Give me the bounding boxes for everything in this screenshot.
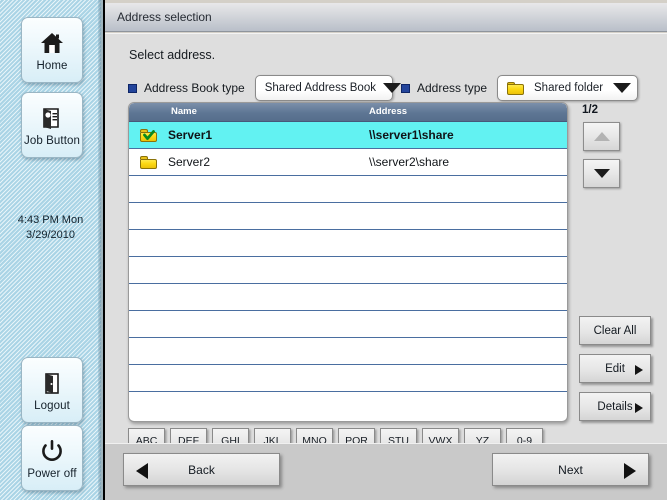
printer-panel-screen: Home Job Button 4:43 PM Mon 3/29/2010 Lo…: [0, 0, 667, 500]
row-name: Server2: [168, 155, 211, 169]
row-name: Server1: [168, 128, 213, 142]
address-book-type-label: Address Book type: [144, 81, 245, 95]
folder-icon: [140, 156, 157, 174]
address-type-label: Address type: [417, 81, 488, 95]
job-button[interactable]: Job Button: [21, 92, 83, 158]
details-button[interactable]: Details: [579, 392, 651, 421]
window-footer: Back Next: [105, 443, 667, 500]
page-indicator: 1/2: [582, 104, 598, 116]
address-type-value: Shared folder: [534, 82, 604, 94]
scroll-up-icon: [593, 132, 610, 141]
scroll-down-icon: [593, 169, 610, 178]
folder-checked-icon: [140, 129, 157, 147]
address-book-type-group: Address Book type Shared Address Book: [128, 75, 401, 101]
scroll-up-button[interactable]: [583, 122, 620, 151]
back-label: Back: [188, 462, 215, 477]
column-header-name: Name: [171, 106, 197, 117]
job-button-label: Job Button: [24, 135, 80, 147]
table-row[interactable]: [129, 257, 567, 284]
arrow-left-icon: [136, 463, 148, 479]
power-icon: [39, 436, 65, 466]
power-off-button[interactable]: Power off: [21, 425, 83, 491]
row-address: \\server2\share: [369, 155, 450, 169]
chevron-down-icon: [382, 83, 401, 93]
clear-all-button[interactable]: Clear All: [579, 316, 651, 345]
home-button-label: Home: [36, 60, 68, 72]
table-row[interactable]: Server2 \\server2\share: [129, 149, 567, 176]
window-titlebar: Address selection: [105, 3, 667, 32]
list-header-row: Name Address: [129, 103, 567, 122]
submenu-arrow-icon: [635, 403, 643, 413]
edit-label: Edit: [605, 362, 625, 375]
clock-date: 3/29/2010: [26, 229, 75, 241]
page-title: Address selection: [117, 10, 212, 24]
submenu-arrow-icon: [635, 365, 643, 375]
address-type-dropdown[interactable]: Shared folder: [497, 75, 639, 101]
column-header-address: Address: [369, 106, 408, 117]
logout-button[interactable]: Logout: [21, 357, 83, 423]
window-content: Select address. Address Book type Shared…: [105, 33, 667, 453]
main-window: Address selection Select address. Addres…: [105, 0, 667, 500]
blue-square-marker-icon: [401, 83, 410, 93]
table-row[interactable]: [129, 284, 567, 311]
instruction-text: Select address.: [129, 48, 216, 62]
row-address: \\server1\share: [369, 128, 454, 142]
list-body: Server1 \\server1\share Server2 \\server2\s…: [129, 122, 567, 392]
chevron-down-icon: [613, 83, 632, 93]
table-row[interactable]: [129, 176, 567, 203]
table-row[interactable]: [129, 230, 567, 257]
clock-time: 4:43 PM Mon: [17, 214, 84, 226]
arrow-right-icon: [624, 463, 636, 479]
back-button[interactable]: Back: [123, 453, 280, 486]
home-button[interactable]: Home: [21, 17, 83, 83]
details-label: Details: [597, 400, 633, 413]
folder-icon: [507, 81, 525, 95]
table-row[interactable]: [129, 203, 567, 230]
home-icon: [39, 28, 65, 58]
address-type-group: Address type Shared folder: [401, 75, 639, 101]
scroll-down-button[interactable]: [583, 159, 620, 188]
address-list[interactable]: Name Address Server1 \\server1\share Serve…: [128, 102, 568, 422]
power-off-button-label: Power off: [27, 468, 77, 480]
blue-square-marker-icon: [128, 83, 137, 93]
next-label: Next: [558, 462, 583, 477]
job-list-icon: [39, 103, 65, 133]
door-exit-icon: [40, 368, 64, 398]
clear-all-label: Clear All: [593, 324, 637, 337]
edit-button[interactable]: Edit: [579, 354, 651, 383]
table-row[interactable]: Server1 \\server1\share: [129, 122, 567, 149]
address-book-type-dropdown[interactable]: Shared Address Book: [254, 75, 401, 101]
left-sidebar: Home Job Button 4:43 PM Mon 3/29/2010 Lo…: [0, 0, 103, 500]
clock-display: 4:43 PM Mon 3/29/2010: [0, 213, 101, 243]
logout-button-label: Logout: [34, 400, 70, 412]
table-row[interactable]: [129, 365, 567, 392]
table-row[interactable]: [129, 311, 567, 338]
address-book-type-value: Shared Address Book: [264, 82, 376, 94]
next-button[interactable]: Next: [492, 453, 649, 486]
table-row[interactable]: [129, 338, 567, 365]
